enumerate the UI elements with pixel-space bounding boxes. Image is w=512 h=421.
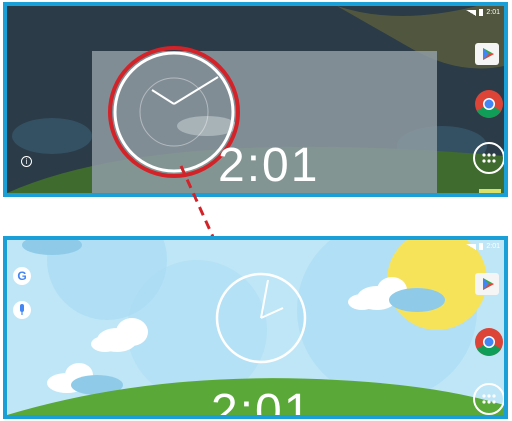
hour-hand <box>151 89 175 105</box>
google-search-icon[interactable]: G <box>13 267 31 285</box>
play-store-icon[interactable] <box>472 38 502 68</box>
partial-app-icon[interactable] <box>479 189 501 193</box>
bottom-analog-clock[interactable] <box>213 270 309 366</box>
minute-hand <box>173 76 219 105</box>
top-screenshot: 2:01 2:01 i <box>3 2 508 197</box>
battery-icon <box>479 9 484 16</box>
signal-icon <box>466 243 477 250</box>
status-time: 2:01 <box>486 9 500 16</box>
play-store-icon[interactable] <box>472 268 502 298</box>
hour-hand <box>260 307 284 319</box>
bottom-digital-clock: 2:01 <box>211 385 313 419</box>
battery-icon <box>479 243 484 250</box>
status-time: 2:01 <box>486 243 500 250</box>
info-icon[interactable]: i <box>21 156 32 167</box>
signal-icon <box>466 9 477 16</box>
top-status-bar: 2:01 <box>466 9 500 16</box>
bottom-status-bar: 2:01 <box>466 243 500 250</box>
microphone-icon[interactable] <box>13 301 31 319</box>
app-drawer-icon[interactable] <box>473 383 504 415</box>
chrome-icon[interactable] <box>474 327 504 357</box>
minute-hand <box>260 279 269 319</box>
chrome-icon[interactable] <box>474 89 504 119</box>
bottom-screenshot: 2:01 G 2:01 <box>3 236 508 419</box>
app-drawer-icon[interactable] <box>473 142 504 174</box>
